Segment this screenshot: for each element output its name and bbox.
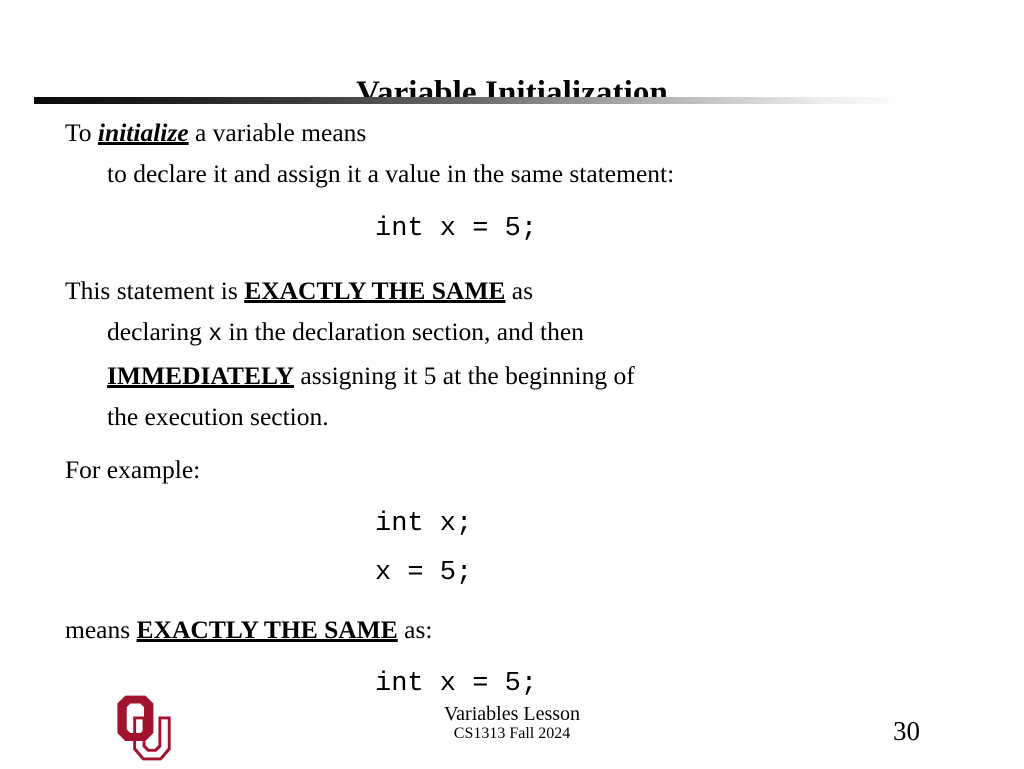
emphasis-exactly-the-same: EXACTLY THE SAME — [136, 615, 398, 644]
slide-body: To initialize a variable means to declar… — [0, 112, 1024, 709]
text-run: To — [65, 118, 98, 147]
paragraph-line: the execution section. — [107, 402, 329, 431]
paragraph-line: To initialize a variable means — [0, 112, 1024, 153]
footer-lesson-info: Variables Lesson CS1313 Fall 2024 — [362, 703, 662, 743]
paragraph-line: This statement is EXACTLY THE SAME as — [0, 270, 1024, 311]
text-run: a variable means — [188, 118, 367, 147]
paragraph-line: means EXACTLY THE SAME as: — [0, 609, 1024, 650]
emphasis-exactly-the-same: EXACTLY THE SAME — [244, 276, 506, 305]
text-run: declaring — [107, 317, 209, 346]
text-run: as: — [397, 615, 433, 644]
paragraph-line: to declare it and assign it a value in t… — [107, 159, 675, 188]
page-title: Variable Initialization — [356, 75, 668, 112]
text-run: assigning it 5 at the beginning of — [294, 361, 635, 390]
code-snippet-int-x-equals-5: int x = 5; — [375, 214, 538, 244]
paragraph-initialize-definition: To initialize a variable means to declar… — [0, 112, 1024, 194]
emphasis-immediately: IMMEDIATELY — [107, 361, 295, 390]
text-run: as — [505, 276, 534, 305]
paragraph-means-exactly-the-same: means EXACTLY THE SAME as: — [0, 609, 1024, 650]
paragraph-line: declaring x in the declaration section, … — [0, 311, 1024, 355]
paragraph-for-example: For example: — [0, 449, 1024, 490]
slide: Variable Initialization To initialize a … — [0, 0, 1024, 768]
text-run: This statement is — [65, 276, 245, 305]
footer-course-name: CS1313 Fall 2024 — [453, 725, 571, 743]
code-snippet-int-x-declaration: int x; — [375, 509, 473, 539]
code-snippet-x-assignment: x = 5; — [375, 558, 473, 588]
ou-logo — [103, 692, 175, 764]
paragraph-exactly-the-same: This statement is EXACTLY THE SAME as de… — [0, 270, 1024, 437]
paragraph-line: IMMEDIATELY assigning it 5 at the beginn… — [0, 355, 1024, 396]
emphasis-initialize: initialize — [97, 118, 189, 147]
page-number: 30 — [893, 716, 920, 746]
title-divider — [34, 97, 910, 104]
paragraph-line: For example: — [65, 455, 201, 484]
text-run: in the declaration section, and then — [222, 317, 584, 346]
inline-code-x: x — [208, 321, 223, 347]
text-run: means — [65, 615, 137, 644]
footer-lesson-name: Variables Lesson — [443, 703, 581, 725]
